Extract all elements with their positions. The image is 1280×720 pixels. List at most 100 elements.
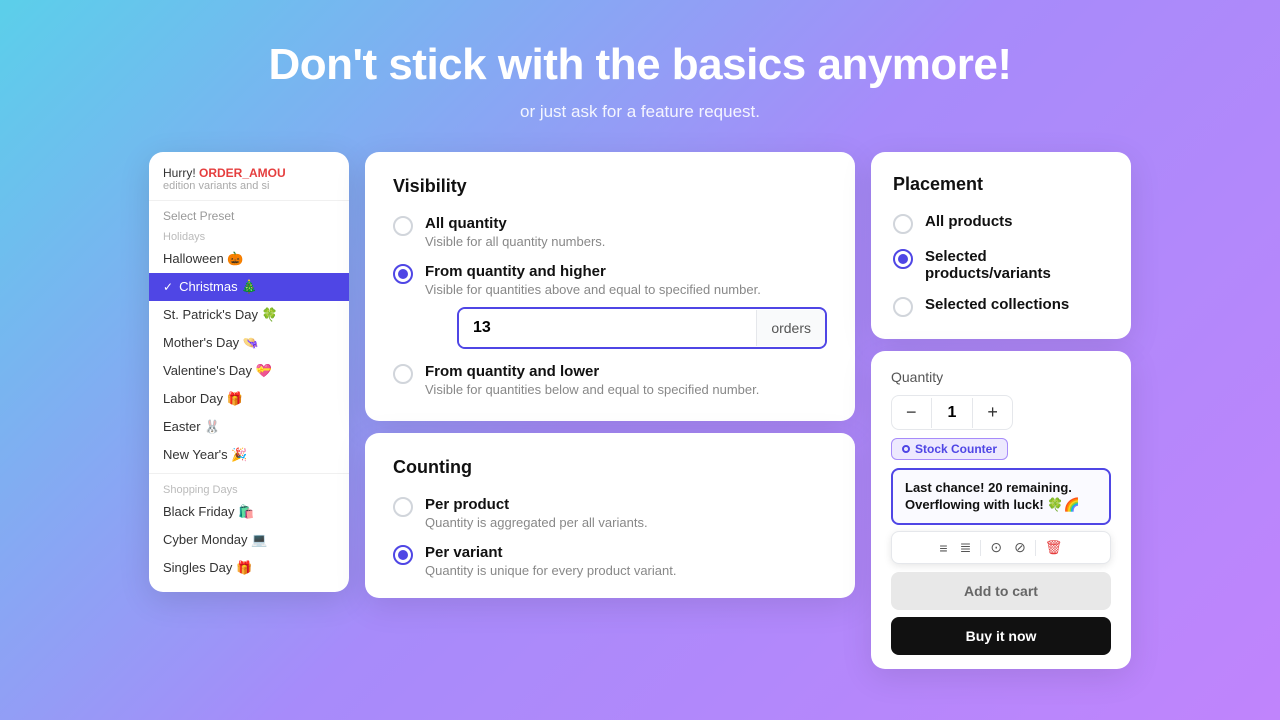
stock-message-line2: Overflowing with luck! 🍀🌈 bbox=[905, 497, 1097, 513]
counting-title: Counting bbox=[393, 457, 827, 478]
option-label: All quantity bbox=[425, 215, 605, 232]
radio-all-products[interactable] bbox=[893, 214, 913, 234]
hero-section: Don't stick with the basics anymore! or … bbox=[0, 0, 1280, 142]
qty-value: 1 bbox=[931, 398, 974, 428]
placement-title: Placement bbox=[893, 174, 1109, 195]
toolbar-divider bbox=[980, 540, 981, 556]
placement-card: Placement All products Selected products… bbox=[871, 152, 1131, 339]
counting-card: Counting Per product Quantity is aggrega… bbox=[365, 433, 855, 598]
radio-selected-collections[interactable] bbox=[893, 297, 913, 317]
badge-label: Stock Counter bbox=[915, 442, 997, 456]
toolbar-align-center-button[interactable]: ≣ bbox=[955, 537, 977, 558]
counting-option-product[interactable]: Per product Quantity is aggregated per a… bbox=[393, 496, 827, 530]
option-text: From quantity and higher Visible for qua… bbox=[425, 263, 827, 349]
order-amount-text: ORDER_AMOU bbox=[199, 166, 286, 180]
quantity-input-row: orders bbox=[457, 307, 827, 349]
option-text: Per variant Quantity is unique for every… bbox=[425, 544, 676, 578]
qty-minus-button[interactable]: − bbox=[892, 396, 931, 429]
option-label: Per product bbox=[425, 496, 648, 513]
preset-card: Hurry! ORDER_AMOU edition variants and s… bbox=[149, 152, 349, 592]
toolbar-duplicate-button[interactable]: ⊘ bbox=[1009, 537, 1031, 558]
visibility-option-lower[interactable]: From quantity and lower Visible for quan… bbox=[393, 363, 827, 397]
option-label: Selected collections bbox=[925, 296, 1069, 313]
option-desc: Quantity is aggregated per all variants. bbox=[425, 515, 648, 530]
option-label: Selected products/variants bbox=[925, 248, 1109, 282]
hero-subtext: or just ask for a feature request. bbox=[0, 102, 1280, 122]
buy-now-button[interactable]: Buy it now bbox=[891, 617, 1111, 655]
preset-item-easter[interactable]: Easter 🐰 bbox=[149, 413, 349, 441]
preset-item-halloween[interactable]: Halloween 🎃 bbox=[149, 245, 349, 273]
preset-item-blackfriday[interactable]: Black Friday 🛍️ bbox=[149, 498, 349, 526]
preset-item-stpatricks[interactable]: St. Patrick's Day 🍀 bbox=[149, 301, 349, 329]
preset-item-name: Halloween 🎃 bbox=[163, 251, 244, 267]
option-text: From quantity and lower Visible for quan… bbox=[425, 363, 759, 397]
preset-item-name: Easter 🐰 bbox=[163, 419, 220, 435]
visibility-option-all[interactable]: All quantity Visible for all quantity nu… bbox=[393, 215, 827, 249]
option-desc: Visible for quantities above and equal t… bbox=[425, 282, 827, 297]
holidays-section-label: Holidays bbox=[149, 225, 349, 245]
preset-item-name: Labor Day 🎁 bbox=[163, 391, 243, 407]
placement-option-collections[interactable]: Selected collections bbox=[893, 296, 1109, 317]
right-column: Placement All products Selected products… bbox=[871, 152, 1131, 669]
preset-select-label: Select Preset bbox=[149, 201, 349, 225]
radio-per-variant[interactable] bbox=[393, 545, 413, 565]
visibility-options: All quantity Visible for all quantity nu… bbox=[393, 215, 827, 397]
preset-item-singlesday[interactable]: Singles Day 🎁 bbox=[149, 554, 349, 582]
shopping-days-section-label: Shopping Days bbox=[149, 478, 349, 498]
placement-options: All products Selected products/variants … bbox=[893, 213, 1109, 317]
toolbar-settings-button[interactable]: ⊙ bbox=[985, 537, 1007, 558]
radio-from-higher[interactable] bbox=[393, 264, 413, 284]
check-icon: ✓ bbox=[163, 280, 173, 294]
badge-dot-icon bbox=[902, 445, 910, 453]
preset-item-name: New Year's 🎉 bbox=[163, 447, 247, 463]
preset-item-christmas[interactable]: ✓ Christmas 🎄 bbox=[149, 273, 349, 301]
preset-item-name: Singles Day 🎁 bbox=[163, 560, 252, 576]
placement-option-all[interactable]: All products bbox=[893, 213, 1109, 234]
option-text: Per product Quantity is aggregated per a… bbox=[425, 496, 648, 530]
preset-item-valentines[interactable]: Valentine's Day 💝 bbox=[149, 357, 349, 385]
counting-options: Per product Quantity is aggregated per a… bbox=[393, 496, 827, 578]
toolbar-delete-button[interactable]: 🗑 bbox=[1040, 537, 1068, 558]
option-desc: Quantity is unique for every product var… bbox=[425, 563, 676, 578]
hurry-sub: edition variants and si bbox=[163, 180, 335, 192]
visibility-option-higher[interactable]: From quantity and higher Visible for qua… bbox=[393, 263, 827, 349]
preset-item-name: Black Friday 🛍️ bbox=[163, 504, 254, 520]
radio-from-lower[interactable] bbox=[393, 364, 413, 384]
option-desc: Visible for all quantity numbers. bbox=[425, 234, 605, 249]
visibility-title: Visibility bbox=[393, 176, 827, 197]
stock-message-line1: Last chance! 20 remaining. bbox=[905, 480, 1097, 495]
preset-item-cybermonday[interactable]: Cyber Monday 💻 bbox=[149, 526, 349, 554]
radio-selected-products[interactable] bbox=[893, 249, 913, 269]
radio-per-product[interactable] bbox=[393, 497, 413, 517]
preset-item-name: Valentine's Day 💝 bbox=[163, 363, 272, 379]
qty-plus-button[interactable]: + bbox=[973, 396, 1012, 429]
qty-stepper: − 1 + bbox=[891, 395, 1013, 430]
quantity-widget-label: Quantity bbox=[891, 369, 1111, 385]
quantity-unit: orders bbox=[756, 310, 825, 346]
toolbar-divider-2 bbox=[1035, 540, 1036, 556]
option-label: From quantity and lower bbox=[425, 363, 759, 380]
placement-option-selected[interactable]: Selected products/variants bbox=[893, 248, 1109, 282]
mini-toolbar: ≡ ≣ ⊙ ⊘ 🗑 bbox=[891, 531, 1111, 564]
hero-heading: Don't stick with the basics anymore! bbox=[0, 40, 1280, 90]
add-to-cart-button[interactable]: Add to cart bbox=[891, 572, 1111, 610]
preset-item-name: St. Patrick's Day 🍀 bbox=[163, 307, 278, 323]
toolbar-align-left-button[interactable]: ≡ bbox=[934, 538, 952, 558]
quantity-widget-card: Quantity − 1 + Stock Counter Last chance… bbox=[871, 351, 1131, 669]
preset-item-mothersday[interactable]: Mother's Day 👒 bbox=[149, 329, 349, 357]
option-label: All products bbox=[925, 213, 1013, 230]
preset-item-name: Mother's Day 👒 bbox=[163, 335, 259, 351]
radio-all-quantity[interactable] bbox=[393, 216, 413, 236]
hurry-banner: Hurry! ORDER_AMOU edition variants and s… bbox=[149, 166, 349, 201]
visibility-card: Visibility All quantity Visible for all … bbox=[365, 152, 855, 421]
quantity-input[interactable] bbox=[459, 309, 756, 347]
option-desc: Visible for quantities below and equal t… bbox=[425, 382, 759, 397]
preset-item-name: Christmas 🎄 bbox=[179, 279, 257, 295]
preset-item-laborday[interactable]: Labor Day 🎁 bbox=[149, 385, 349, 413]
preset-item-newyears[interactable]: New Year's 🎉 bbox=[149, 441, 349, 469]
cards-row: Hurry! ORDER_AMOU edition variants and s… bbox=[0, 152, 1280, 669]
option-label: Per variant bbox=[425, 544, 676, 561]
middle-column: Visibility All quantity Visible for all … bbox=[365, 152, 855, 598]
counting-option-variant[interactable]: Per variant Quantity is unique for every… bbox=[393, 544, 827, 578]
stock-message-box: Last chance! 20 remaining. Overflowing w… bbox=[891, 468, 1111, 525]
